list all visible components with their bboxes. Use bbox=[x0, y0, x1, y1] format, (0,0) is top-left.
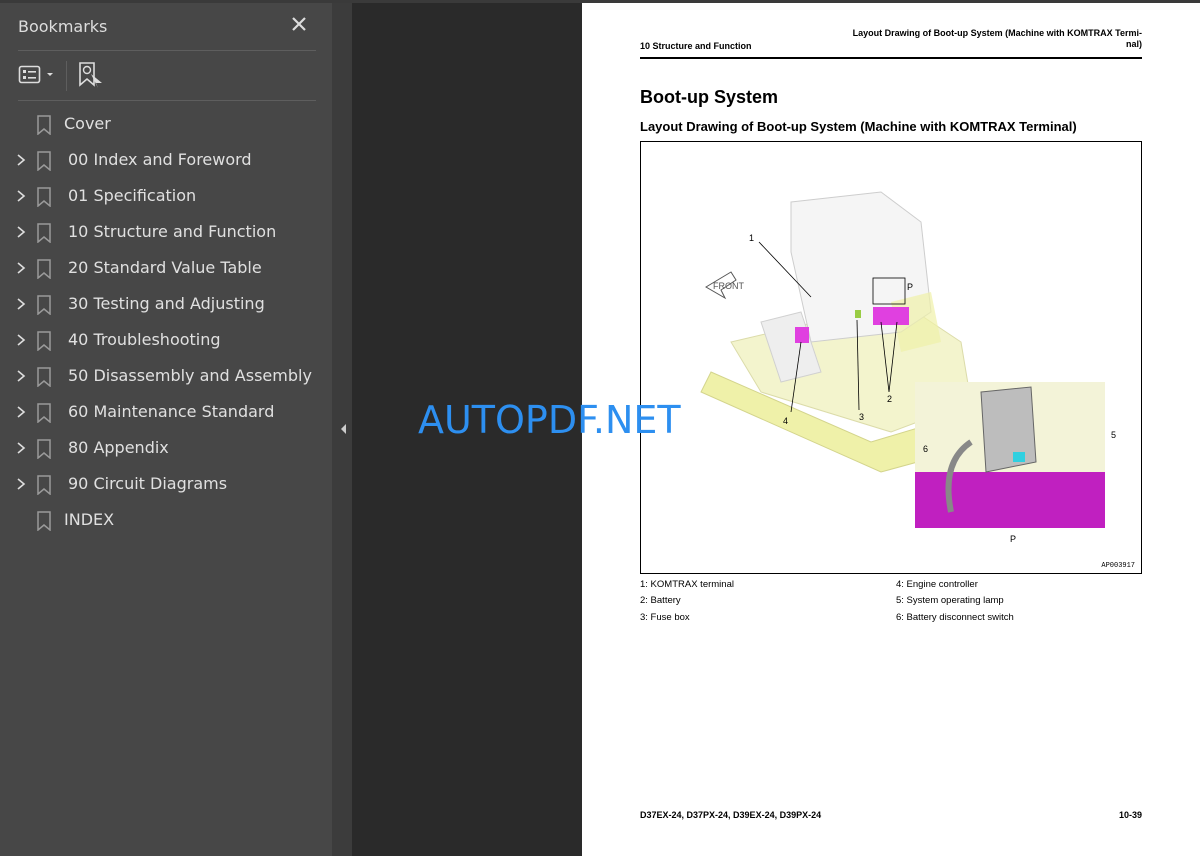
battery-marker bbox=[873, 307, 909, 325]
header-topic: Layout Drawing of Boot-up System (Machin… bbox=[812, 28, 1142, 50]
header-topic-line: Layout Drawing of Boot-up System (Machin… bbox=[852, 28, 1142, 38]
chevron-right-icon[interactable] bbox=[14, 333, 28, 347]
header-topic-line: nal) bbox=[1125, 39, 1142, 49]
bookmark-item[interactable]: 10 Structure and Function bbox=[0, 214, 332, 250]
chevron-right-icon[interactable] bbox=[14, 153, 28, 167]
collapse-panel-icon[interactable] bbox=[338, 422, 348, 436]
bookmark-icon bbox=[37, 187, 51, 207]
bookmark-item[interactable]: INDEX bbox=[0, 502, 332, 538]
bookmark-icon bbox=[37, 223, 51, 243]
detail-view-p: 6 5 bbox=[915, 382, 1116, 528]
footer-models: D37EX-24, D37PX-24, D39EX-24, D39PX-24 bbox=[640, 810, 822, 820]
bookmark-label: 60 Maintenance Standard bbox=[68, 402, 275, 421]
chevron-right-icon[interactable] bbox=[14, 369, 28, 383]
header-section: 10 Structure and Function bbox=[640, 41, 752, 51]
engine-controller-marker bbox=[795, 327, 809, 343]
chevron-right-icon[interactable] bbox=[14, 441, 28, 455]
panel-title: Bookmarks bbox=[18, 17, 108, 36]
bookmark-icon bbox=[37, 331, 51, 351]
bookmark-item[interactable]: 30 Testing and Adjusting bbox=[0, 286, 332, 322]
legend-item: 5: System operating lamp bbox=[896, 595, 1004, 607]
bookmark-icon bbox=[37, 511, 51, 531]
legend-right: 4: Engine controller 5: System operating… bbox=[896, 577, 1014, 626]
legend-left: 1: KOMTRAX terminal 2: Battery 3: Fuse b… bbox=[640, 577, 734, 626]
bookmark-icon bbox=[37, 439, 51, 459]
bookmark-icon bbox=[37, 367, 51, 387]
callout-1: 1 bbox=[749, 233, 754, 243]
bookmark-label: 01 Specification bbox=[68, 186, 197, 205]
bookmark-label: 10 Structure and Function bbox=[68, 222, 277, 241]
figure-id: AP003917 bbox=[1101, 562, 1135, 570]
bookmark-label: 90 Circuit Diagrams bbox=[68, 474, 228, 493]
header-rule bbox=[640, 57, 1142, 59]
front-label: FRONT bbox=[713, 281, 744, 291]
chevron-right-icon[interactable] bbox=[14, 261, 28, 275]
bookmark-label: 30 Testing and Adjusting bbox=[68, 294, 265, 313]
bookmarks-panel: Bookmarks Cover 00 Index and Foreword 01 S… bbox=[0, 3, 332, 856]
bookmark-label: 20 Standard Value Table bbox=[68, 258, 262, 277]
bookmark-icon bbox=[37, 259, 51, 279]
chevron-right-icon[interactable] bbox=[14, 297, 28, 311]
bookmark-icon bbox=[37, 115, 51, 135]
bookmark-icon bbox=[37, 151, 51, 171]
bookmark-item[interactable]: 01 Specification bbox=[0, 178, 332, 214]
bookmark-icon bbox=[37, 295, 51, 315]
divider bbox=[18, 50, 316, 51]
fuse-box-marker bbox=[855, 310, 861, 318]
layout-drawing-figure: FRONT 1 2 3 4 P 6 5 P AP003917 bbox=[640, 141, 1142, 574]
bookmark-item[interactable]: 80 Appendix bbox=[0, 430, 332, 466]
callout-2: 2 bbox=[887, 394, 892, 404]
bookmark-label: 00 Index and Foreword bbox=[68, 150, 252, 169]
callout-5: 5 bbox=[1111, 430, 1116, 440]
bookmark-label: Cover bbox=[64, 114, 111, 133]
section-title: Layout Drawing of Boot-up System (Machin… bbox=[640, 119, 1077, 134]
bookmark-icon bbox=[37, 475, 51, 495]
legend-item: 4: Engine controller bbox=[896, 579, 978, 590]
bookmark-item[interactable]: 50 Disassembly and Assembly bbox=[0, 358, 332, 394]
page-title: Boot-up System bbox=[640, 87, 779, 107]
page-number: 10-39 bbox=[1118, 810, 1142, 820]
chevron-right-icon[interactable] bbox=[14, 189, 28, 203]
chevron-right-icon[interactable] bbox=[14, 477, 28, 491]
divider bbox=[18, 100, 316, 101]
legend-item: 1: KOMTRAX terminal bbox=[640, 579, 734, 590]
bookmark-item[interactable]: 90 Circuit Diagrams bbox=[0, 466, 332, 502]
legend-item: 3: Fuse box bbox=[640, 611, 690, 623]
machine-illustration: FRONT 1 2 3 4 P 6 5 P bbox=[700, 191, 1116, 544]
bookmark-item[interactable]: 20 Standard Value Table bbox=[0, 250, 332, 286]
close-icon[interactable] bbox=[288, 13, 310, 35]
add-bookmark-icon[interactable] bbox=[78, 61, 104, 89]
legend-item: 6: Battery disconnect switch bbox=[896, 611, 1014, 623]
bookmark-label: 50 Disassembly and Assembly bbox=[68, 366, 312, 385]
bookmark-options-button[interactable] bbox=[18, 63, 58, 87]
toolbar-divider bbox=[66, 61, 67, 91]
watermark: AUTOPDF.NET bbox=[418, 398, 681, 442]
bookmark-item[interactable]: 00 Index and Foreword bbox=[0, 142, 332, 178]
bookmark-label: INDEX bbox=[64, 510, 115, 529]
callout-p: P bbox=[907, 282, 913, 292]
chevron-right-icon[interactable] bbox=[14, 405, 28, 419]
legend-item: 2: Battery bbox=[640, 595, 681, 607]
bookmark-item[interactable]: 60 Maintenance Standard bbox=[0, 394, 332, 430]
callout-4: 4 bbox=[783, 416, 788, 426]
bookmark-label: 40 Troubleshooting bbox=[68, 330, 221, 349]
front-arrow-icon: FRONT bbox=[705, 271, 744, 300]
detail-label: P bbox=[1010, 534, 1016, 544]
bookmark-icon bbox=[37, 403, 51, 423]
bookmark-label: 80 Appendix bbox=[68, 438, 169, 457]
callout-6: 6 bbox=[923, 444, 928, 454]
chevron-right-icon[interactable] bbox=[14, 225, 28, 239]
bookmark-item[interactable]: Cover bbox=[0, 106, 332, 142]
bookmark-item[interactable]: 40 Troubleshooting bbox=[0, 322, 332, 358]
callout-3: 3 bbox=[859, 412, 864, 422]
